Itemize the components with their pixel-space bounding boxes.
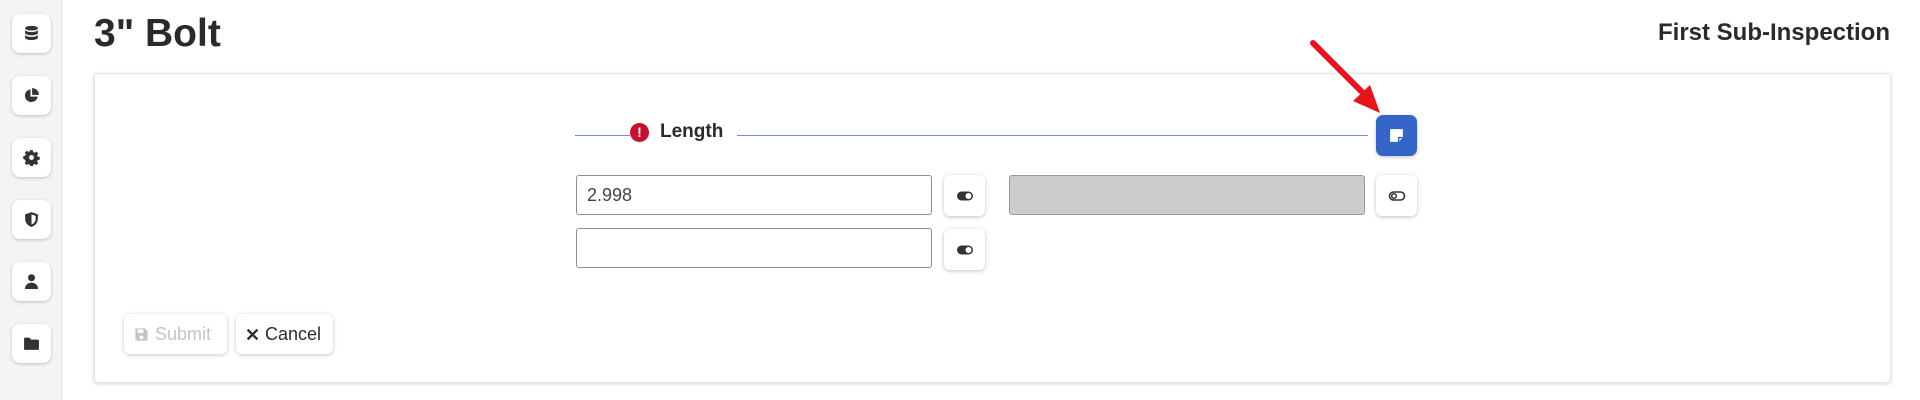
toggle-reference[interactable] [1376,175,1417,216]
sidebar-item-reports[interactable] [12,76,51,115]
close-icon [246,328,259,341]
pie-chart-icon [24,88,39,103]
error-icon: ! [630,122,649,142]
annotation-arrow-icon [1310,40,1380,113]
database-icon [25,25,38,41]
toggle-on-icon [956,245,973,254]
measurement-input-2[interactable] [576,228,932,268]
gear-icon [23,150,40,166]
section-divider-right [737,135,1368,136]
section-label: Length [660,121,724,142]
shield-icon [25,212,38,227]
page-title: 3" Bolt [94,12,221,55]
sidebar-item-security[interactable] [12,200,51,239]
sticky-note-icon [1390,129,1403,142]
reference-input [1009,175,1365,215]
submit-button[interactable]: Submit [124,314,227,354]
cancel-button[interactable]: Cancel [236,314,333,354]
sidebar [0,0,62,400]
sidebar-item-files[interactable] [12,324,51,363]
cancel-label: Cancel [265,323,322,344]
section-legend: ! Length [630,120,723,144]
toggle-off-icon [1388,190,1405,201]
toggle-measurement-1[interactable] [944,175,985,216]
page-subtitle: First Sub-Inspection [1657,19,1890,46]
submit-label: Submit [155,323,212,344]
measurement-input-1[interactable] [576,175,932,215]
sidebar-item-database[interactable] [12,14,51,53]
sidebar-item-settings[interactable] [12,138,51,177]
section-divider-left [575,135,630,136]
user-icon [24,274,39,289]
save-icon [134,327,149,342]
sidebar-item-users[interactable] [12,262,51,301]
toggle-on-icon [956,191,973,200]
toggle-measurement-2[interactable] [944,229,985,270]
inspection-card [94,73,1891,383]
folder-icon [24,337,39,350]
